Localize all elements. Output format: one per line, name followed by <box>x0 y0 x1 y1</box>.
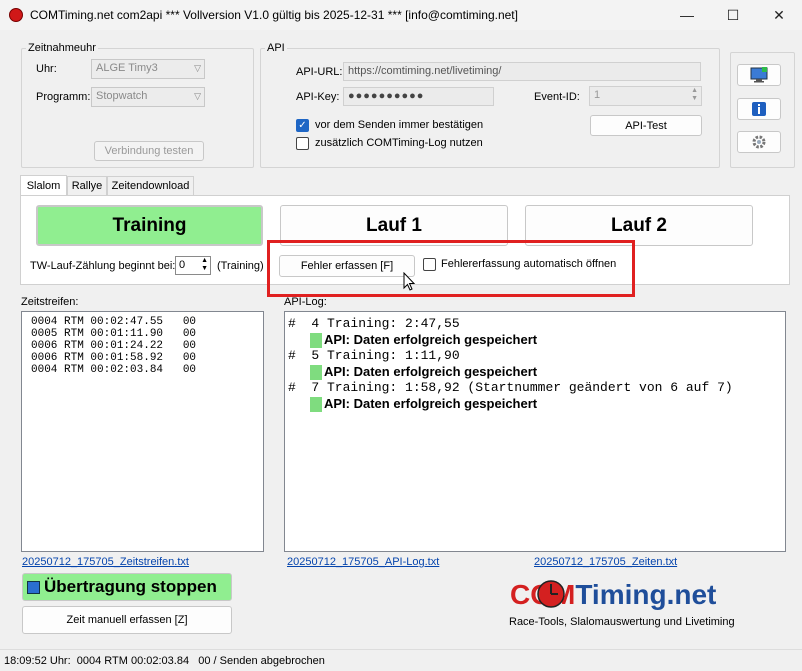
list-item[interactable]: 0004 RTM 00:02:03.84 00 <box>31 364 263 376</box>
api-url-label: API-URL: <box>296 66 343 78</box>
monitor-button[interactable] <box>737 64 781 86</box>
programm-value: Stopwatch <box>96 90 148 102</box>
list-item[interactable]: 0004 RTM 00:02:47.55 00 <box>31 316 263 328</box>
api-key-field[interactable]: ●●●●●●●●●● <box>343 87 494 106</box>
highlight-box <box>267 240 635 297</box>
app-icon <box>9 8 23 22</box>
log-line: # 4 Training: 2:47,55 <box>288 316 460 331</box>
comtiming-log-checkbox[interactable] <box>296 137 309 150</box>
logo-tagline: Race-Tools, Slalomauswertung und Livetim… <box>509 616 735 628</box>
stop-icon <box>27 580 40 594</box>
info-button[interactable] <box>737 98 781 120</box>
spinner-arrows-icon[interactable]: ▲ ▼ <box>201 257 208 273</box>
api-key-label: API-Key: <box>296 91 340 103</box>
confirm-label: vor dem Senden immer bestätigen <box>315 119 484 131</box>
title-bar[interactable]: COMTiming.net com2api *** Vollversion V1… <box>0 0 802 30</box>
zeit-manuell-button[interactable]: Zeit manuell erfassen [Z] <box>22 606 232 634</box>
mouse-cursor-icon <box>403 272 416 291</box>
tw-label: TW-Lauf-Zählung beginnt bei: <box>30 260 176 272</box>
zeitstreifen-list[interactable]: 0004 RTM 00:02:47.55 00 0005 RTM 00:01:1… <box>21 311 264 552</box>
api-test-button[interactable]: API-Test <box>590 115 702 136</box>
gear-icon <box>752 135 766 149</box>
success-indicator-icon <box>310 332 322 348</box>
maximize-button[interactable]: ☐ <box>710 0 756 30</box>
status-text: 18:09:52 Uhr: 0004 RTM 00:02:03.84 00 / … <box>4 654 325 667</box>
api-url-field[interactable]: https://comtiming.net/livetiming/ <box>343 62 701 81</box>
settings-button[interactable] <box>737 131 781 153</box>
tw-suffix: (Training) <box>217 260 264 272</box>
stopwatch-icon <box>537 580 565 608</box>
event-id-spinner[interactable]: 1 ▲ ▼ <box>589 86 702 106</box>
log-success-text: API: Daten erfolgreich gespeichert <box>324 332 538 347</box>
logo-timing: Timing.net <box>575 579 717 610</box>
event-id-value: 1 <box>594 89 601 101</box>
uhr-label: Uhr: <box>36 63 57 75</box>
info-icon <box>752 102 766 116</box>
log-line: # 7 Training: 1:58,92 (Startnummer geänd… <box>288 380 733 395</box>
zeiten-file-link[interactable]: 20250712_175705_Zeiten.txt <box>534 556 677 568</box>
success-indicator-icon <box>310 396 322 412</box>
chevron-down-icon: ▽ <box>194 91 201 101</box>
zeitstreifen-file-link[interactable]: 20250712_175705_Zeitstreifen.txt <box>22 556 189 568</box>
tw-value: 0 <box>179 259 186 271</box>
uhr-value: ALGE Timy3 <box>96 62 158 74</box>
log-success: API: Daten erfolgreich gespeichert <box>288 364 785 380</box>
tab-rallye[interactable]: Rallye <box>67 176 107 195</box>
api-log-file-link[interactable]: 20250712_175705_API-Log.txt <box>287 556 439 568</box>
zeitnahme-legend: Zeitnahmeuhr <box>28 42 96 54</box>
log-success: API: Daten erfolgreich gespeichert <box>288 332 785 348</box>
programm-label: Programm: <box>36 91 91 103</box>
tab-slalom[interactable]: Slalom <box>20 175 67 196</box>
comtiming-log-label: zusätzlich COMTiming-Log nutzen <box>315 137 483 149</box>
close-button[interactable]: ✕ <box>756 0 802 30</box>
log-line: # 5 Training: 1:11,90 <box>288 348 460 363</box>
list-item[interactable]: 0006 RTM 00:01:24.22 00 <box>31 340 263 352</box>
log-success-text: API: Daten erfolgreich gespeichert <box>324 364 538 379</box>
zeitstreifen-label: Zeitstreifen: <box>21 296 79 308</box>
window-title: COMTiming.net com2api *** Vollversion V1… <box>30 8 518 22</box>
uebertragung-stoppen-label: Übertragung stoppen <box>44 577 217 596</box>
event-id-label: Event-ID: <box>534 91 580 103</box>
success-indicator-icon <box>310 364 322 380</box>
confirm-checkbox[interactable]: ✓ <box>296 119 309 132</box>
verbindung-testen-button[interactable]: Verbindung testen <box>94 141 204 161</box>
uebertragung-stoppen-button[interactable]: Übertragung stoppen <box>22 573 232 601</box>
tab-zeitendownload[interactable]: Zeitendownload <box>107 176 194 195</box>
log-success: API: Daten erfolgreich gespeichert <box>288 396 785 412</box>
log-success-text: API: Daten erfolgreich gespeichert <box>324 396 538 411</box>
tw-spinner[interactable]: 0 ▲ ▼ <box>175 256 211 275</box>
list-item[interactable]: 0006 RTM 00:01:58.92 00 <box>31 352 263 364</box>
api-log-box[interactable]: # 4 Training: 2:47,55 API: Daten erfolgr… <box>284 311 786 552</box>
chevron-down-icon: ▽ <box>194 63 201 73</box>
api-log-label: API-Log: <box>284 296 327 308</box>
api-legend: API <box>267 42 285 54</box>
minimize-button[interactable]: — <box>664 0 710 30</box>
status-bar: 18:09:52 Uhr: 0004 RTM 00:02:03.84 00 / … <box>0 649 802 671</box>
programm-select[interactable]: Stopwatch ▽ <box>91 87 205 107</box>
spinner-arrows-icon[interactable]: ▲ ▼ <box>691 87 698 103</box>
list-item[interactable]: 0005 RTM 00:01:11.90 00 <box>31 328 263 340</box>
monitor-icon <box>750 67 768 83</box>
training-button[interactable]: Training <box>36 205 263 246</box>
uhr-select[interactable]: ALGE Timy3 ▽ <box>91 59 205 79</box>
